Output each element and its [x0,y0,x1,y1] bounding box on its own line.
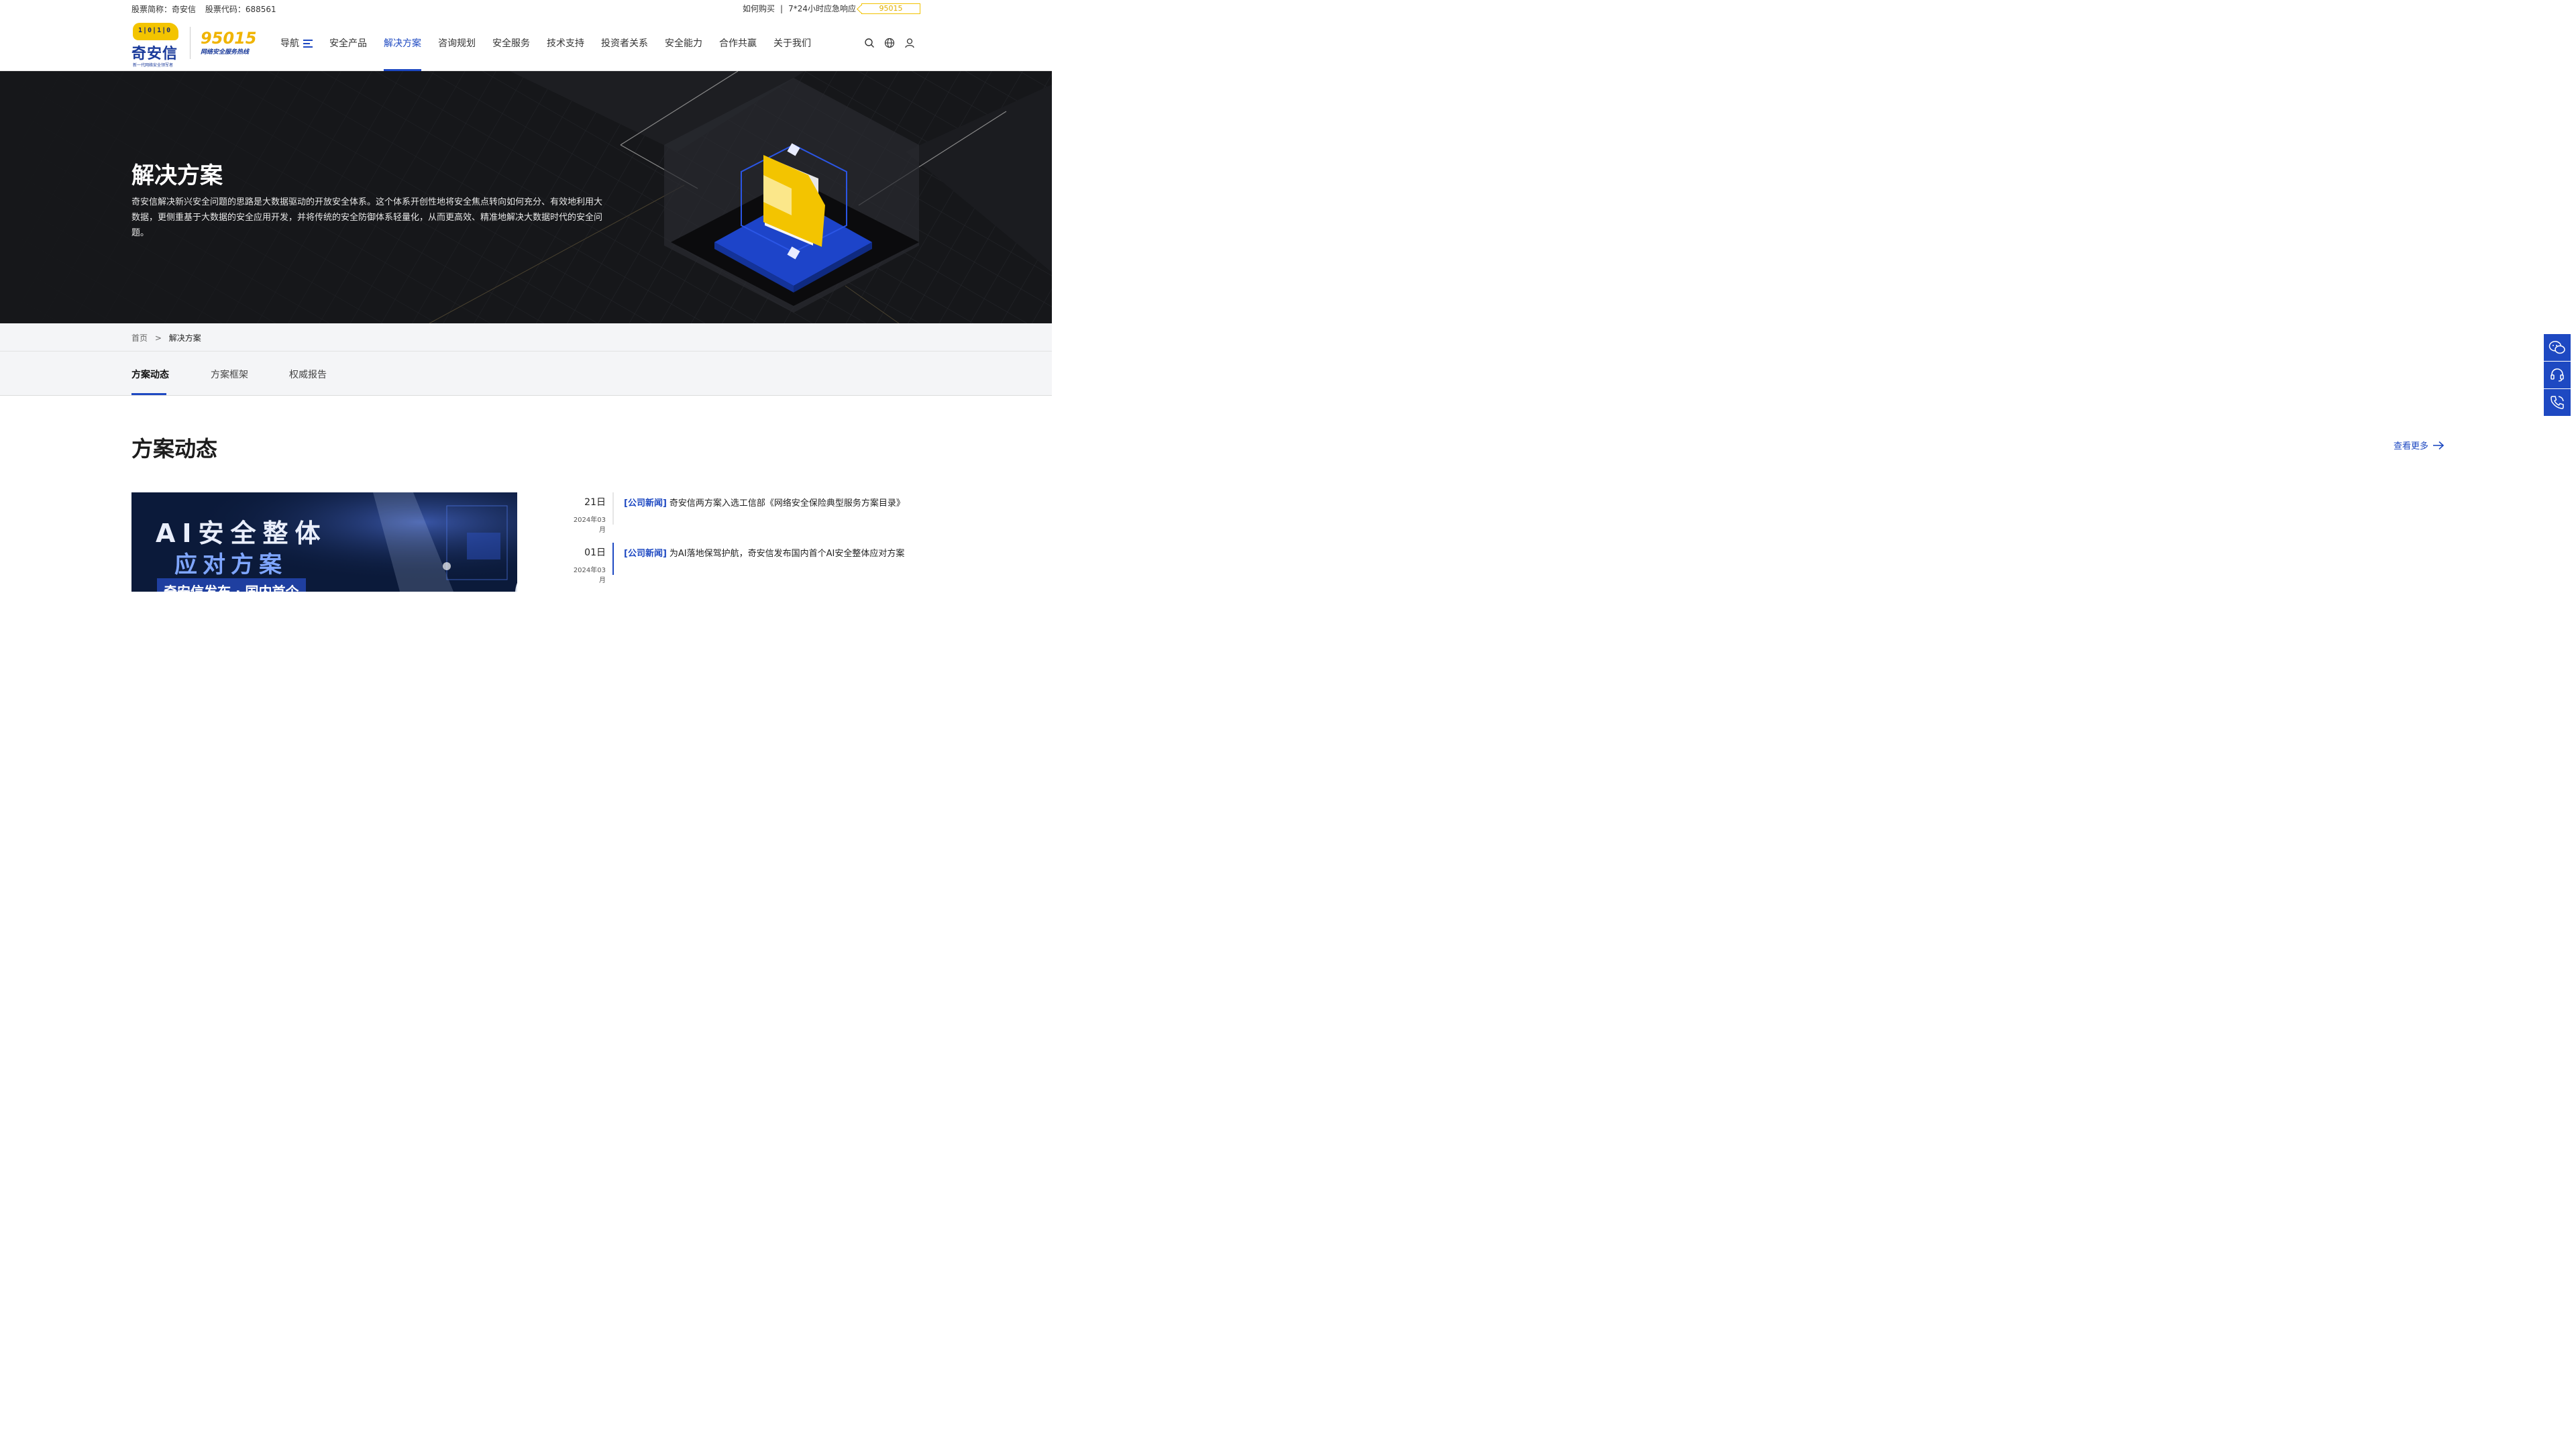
logo-divider [190,27,191,59]
nav-item-label: 导航 [280,38,299,49]
feature-subheadline: 应对方案 [174,551,287,578]
section-tabs: 方案动态 方案框架 权威报告 [0,352,1052,396]
customer-service-icon [2551,368,2564,382]
tab-reports[interactable]: 权威报告 [289,368,327,381]
nav-item-services[interactable]: 安全服务 [492,16,530,71]
page-description: 奇安信解决新兴安全问题的思路是大数据驱动的开放安全体系。这个体系开创性地将安全焦… [131,197,603,238]
news-month: 2024年03月 [573,517,606,534]
news-month: 2024年03月 [573,567,606,584]
news-title-text: 奇安信两方案入选工信部《网络安全保险典型服务方案目录》 [669,498,905,508]
hero-banner: 解决方案 奇安信解决新兴安全问题的思路是大数据驱动的开放安全体系。这个体系开创性… [0,71,1052,323]
tab-solution-framework[interactable]: 方案框架 [211,368,248,381]
company-logo[interactable]: 1|0|1|0 奇安信 新一代网络安全领军者 [131,21,180,68]
arrow-right-icon [2433,441,2445,449]
user-icon[interactable] [904,38,915,48]
search-icon[interactable] [864,38,875,48]
breadcrumb-separator: > [154,333,162,343]
nav-item-solutions[interactable]: 解决方案 [384,16,421,71]
news-tag: [公司新闻] [624,498,667,508]
news-title: [公司新闻] 奇安信两方案入选工信部《网络安全保险典型服务方案目录》 [624,496,905,508]
news-timeline [612,492,614,525]
buy-link[interactable]: 如何购买 [743,3,775,14]
news-title: [公司新闻] 为AI落地保驾护航，奇安信发布国内首个AI安全整体应对方案 [624,546,904,559]
menu-icon [303,40,313,48]
stock-info: 股票简称：奇安信 股票代码：688561 [131,3,283,15]
top-separator: | [780,3,784,13]
news-day: 01日 [584,547,606,558]
wechat-icon [2548,341,2565,354]
top-links: 如何购买 | 7*24小时应急响应 95015 [743,3,920,14]
news-item[interactable]: 01日 2024年03月 [公司新闻] 为AI落地保驾护航，奇安信发布国内首个AI… [568,543,920,593]
feature-headline: AI安全整体 [156,519,327,548]
service-hotline: 95015 网络安全服务热线 [201,30,257,56]
globe-icon[interactable] [884,38,895,48]
nav-item-partners[interactable]: 合作共赢 [719,16,757,71]
breadcrumb-current: 解决方案 [168,333,201,343]
logo-slogan: 新一代网络安全领军者 [133,63,174,68]
nav-item-about[interactable]: 关于我们 [773,16,811,71]
logo-text: 奇安信 [131,46,178,62]
active-tab-indicator [131,393,166,395]
phone-icon [2551,396,2564,409]
tab-solution-news[interactable]: 方案动态 [131,368,169,381]
nav-item-investors[interactable]: 投资者关系 [601,16,648,71]
section-title: 方案动态 [131,436,218,462]
news-tag: [公司新闻] [624,549,667,559]
news-item[interactable]: 21日 2024年03月 [公司新闻] 奇安信两方案入选工信部《网络安全保险典型服… [568,492,920,543]
nav-item-products[interactable]: 安全产品 [329,16,367,71]
logo-bits: 1|0|1|0 [138,27,172,34]
breadcrumb-home[interactable]: 首页 [131,333,148,343]
phone-button[interactable] [2544,389,2571,416]
top-strip: 股票简称：奇安信 股票代码：688561 如何购买 | 7*24小时应急响应 9… [0,0,1052,16]
view-more-link[interactable]: 查看更多 [2394,439,2445,451]
nav-item-consulting[interactable]: 咨询规划 [438,16,476,71]
breadcrumb: 首页 > 解决方案 [0,323,1052,352]
customer-service-button[interactable] [2544,362,2571,388]
nav-item-support[interactable]: 技术支持 [547,16,584,71]
hotline-label: 网络安全服务热线 [201,49,250,56]
main-nav: 导航 安全产品 解决方案 咨询规划 安全服务 技术支持 投资者关系 安全能力 合… [280,16,828,71]
nav-item-capabilities[interactable]: 安全能力 [665,16,702,71]
wechat-button[interactable] [2544,334,2571,361]
news-day: 21日 [584,497,606,508]
view-more-label: 查看更多 [2393,441,2428,451]
featured-news-image[interactable]: AI安全整体 应对方案 奇安信发布 · 国内首个 [131,492,517,592]
hotline-badge[interactable]: 95015 [861,3,920,14]
stock-name: 股票简称：奇安信 [131,5,197,14]
header-icons [855,38,915,48]
feature-tagline: 奇安信发布 · 国内首个 [157,578,306,592]
hotline-number: 95015 [201,29,257,48]
site-header: 1|0|1|0 奇安信 新一代网络安全领军者 95015 网络安全服务热线 导航… [0,16,1052,71]
page-title: 解决方案 [131,162,223,189]
floating-contact-bar [2544,334,2571,417]
news-title-text: 为AI落地保驾护航，奇安信发布国内首个AI安全整体应对方案 [669,549,905,559]
nav-item-guide[interactable]: 导航 [280,16,313,71]
news-list: 21日 2024年03月 [公司新闻] 奇安信两方案入选工信部《网络安全保险典型服… [568,492,920,593]
news-timeline-active [612,543,614,575]
emergency-link[interactable]: 7*24小时应急响应 [788,3,856,14]
stock-code: 股票代码：688561 [205,5,276,14]
